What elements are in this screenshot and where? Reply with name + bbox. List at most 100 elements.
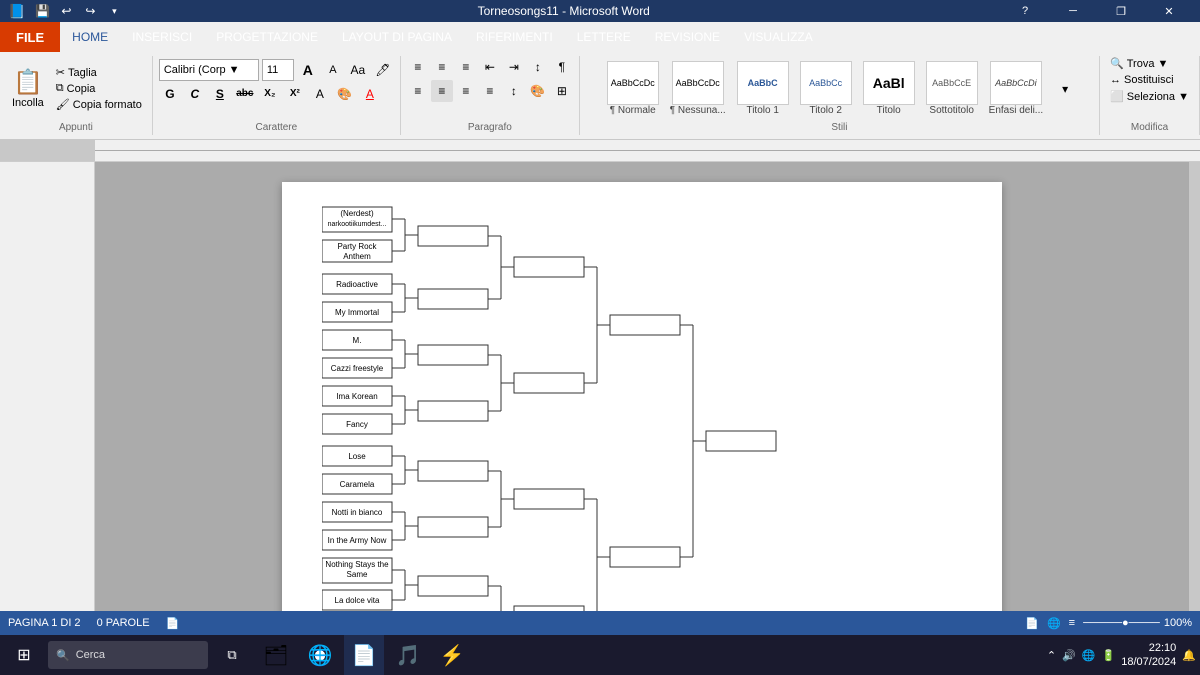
align-right-btn[interactable]: ≡ bbox=[455, 80, 477, 102]
line-spacing-btn[interactable]: ↕ bbox=[503, 80, 525, 102]
riferimenti-tab[interactable]: RIFERIMENTI bbox=[464, 22, 565, 52]
view-web-btn[interactable]: 🌐 bbox=[1047, 617, 1061, 630]
copy-button[interactable]: ⧉ Copia bbox=[52, 81, 146, 96]
svg-text:M.: M. bbox=[352, 336, 361, 345]
bullets-btn[interactable]: ≡ bbox=[407, 56, 429, 78]
font-color-highlight-btn[interactable]: A bbox=[309, 83, 331, 105]
change-case-btn[interactable]: Aa bbox=[347, 59, 369, 81]
redo-quick-btn[interactable]: ↪ bbox=[79, 0, 101, 22]
save-quick-btn[interactable]: 💾 bbox=[31, 0, 53, 22]
svg-text:Nothing Stays the: Nothing Stays the bbox=[325, 560, 389, 569]
file-tab[interactable]: FILE bbox=[0, 22, 60, 52]
left-gutter bbox=[0, 162, 95, 611]
taskview-btn[interactable]: ⧉ bbox=[212, 635, 252, 675]
word-taskbar-btn[interactable]: 📄 bbox=[344, 635, 384, 675]
font-shrink-btn[interactable]: A bbox=[322, 59, 344, 81]
r4-entry-2 bbox=[610, 547, 680, 567]
borders-btn[interactable]: ⊞ bbox=[551, 80, 573, 102]
style-subtitle[interactable]: AaBbCcE Sottotitolo bbox=[922, 59, 982, 118]
search-bar[interactable]: 🔍 Cerca bbox=[48, 641, 208, 669]
svg-text:Lose: Lose bbox=[348, 452, 366, 461]
zoom-slider[interactable]: ─────●──── 100% bbox=[1083, 617, 1192, 629]
undo-quick-btn[interactable]: ↩ bbox=[55, 0, 77, 22]
superscript-btn[interactable]: X² bbox=[284, 83, 306, 105]
shading-btn[interactable]: 🎨 bbox=[527, 80, 549, 102]
subscript-btn[interactable]: X₂ bbox=[259, 83, 281, 105]
styles-label: Stili bbox=[831, 122, 847, 133]
italic-btn[interactable]: C bbox=[184, 83, 206, 105]
home-tab[interactable]: HOME bbox=[60, 22, 120, 52]
title-bar: 📘 💾 ↩ ↪ ▾ Torneosongs11 - Microsoft Word… bbox=[0, 0, 1200, 22]
svg-text:narkootiikumdest...: narkootiikumdest... bbox=[327, 221, 386, 228]
numbered-list-btn[interactable]: ≡ bbox=[431, 56, 453, 78]
layout-tab[interactable]: LAYOUT DI PAGINA bbox=[330, 22, 464, 52]
chrome-btn[interactable]: 🌐 bbox=[300, 635, 340, 675]
notification-btn[interactable]: 🔔 bbox=[1182, 649, 1196, 662]
view-outline-btn[interactable]: ≡ bbox=[1069, 617, 1075, 629]
revisione-tab[interactable]: REVISIONE bbox=[643, 22, 732, 52]
font-size-input[interactable] bbox=[262, 59, 294, 81]
show-hide-btn[interactable]: ¶ bbox=[551, 56, 573, 78]
progettazione-tab[interactable]: PROGETTAZIONE bbox=[204, 22, 330, 52]
scrollbar-vertical[interactable] bbox=[1188, 162, 1200, 611]
font-name-input[interactable] bbox=[159, 59, 259, 81]
minimize-btn[interactable]: ─ bbox=[1050, 0, 1096, 22]
status-right: 📄 🌐 ≡ ─────●──── 100% bbox=[1025, 617, 1192, 630]
style-heading2[interactable]: AaBbCc Titolo 2 bbox=[796, 59, 856, 118]
network-icon[interactable]: 🌐 bbox=[1082, 649, 1096, 662]
battery-icon[interactable]: 🔋 bbox=[1102, 649, 1116, 662]
close-btn[interactable]: ✕ bbox=[1146, 0, 1192, 22]
paste-button[interactable]: 📋 Incolla bbox=[6, 64, 50, 113]
document-scroll[interactable]: (Nerdest) narkootiikumdest... Party Rock… bbox=[95, 162, 1188, 611]
r2-entry-6 bbox=[418, 517, 488, 537]
document-page: (Nerdest) narkootiikumdest... Party Rock… bbox=[282, 182, 1002, 611]
cut-button[interactable]: ✂ Taglia bbox=[52, 65, 146, 80]
dropdown-quick-btn[interactable]: ▾ bbox=[103, 0, 125, 22]
spotify-btn[interactable]: 🎵 bbox=[388, 635, 428, 675]
r3-entry-2 bbox=[514, 373, 584, 393]
justify-btn[interactable]: ≡ bbox=[479, 80, 501, 102]
file-explorer-btn[interactable]: 🗂 bbox=[256, 635, 296, 675]
help-btn[interactable]: ? bbox=[1002, 0, 1048, 22]
style-emphasis[interactable]: AaBbCcDi Enfasi deli... bbox=[985, 59, 1047, 118]
speaker-icon[interactable]: 🔊 bbox=[1062, 649, 1076, 662]
align-center-btn[interactable]: ≡ bbox=[431, 80, 453, 102]
indent-decrease-btn[interactable]: ⇤ bbox=[479, 56, 501, 78]
r2-entry-2 bbox=[418, 289, 488, 309]
view-normal-btn[interactable]: 📄 bbox=[1025, 617, 1039, 630]
bold-btn[interactable]: G bbox=[159, 83, 181, 105]
font-color-btn[interactable]: A bbox=[359, 83, 381, 105]
align-left-btn[interactable]: ≡ bbox=[407, 80, 429, 102]
svg-text:Anthem: Anthem bbox=[343, 252, 371, 261]
taskbar-left: ⊞ 🔍 Cerca ⧉ 🗂 🌐 📄 🎵 ⚡ bbox=[4, 635, 472, 675]
sort-btn[interactable]: ↕ bbox=[527, 56, 549, 78]
replace-button[interactable]: ↔ Sostituisci bbox=[1106, 73, 1178, 87]
shading-color-btn[interactable]: 🎨 bbox=[334, 83, 356, 105]
style-heading1[interactable]: AaBbC Titolo 1 bbox=[733, 59, 793, 118]
style-no-spacing[interactable]: AaBbCcDc ¶ Nessuna... bbox=[666, 59, 730, 118]
lettere-tab[interactable]: LETTERE bbox=[565, 22, 643, 52]
select-button[interactable]: ⬜ Seleziona ▼ bbox=[1106, 89, 1193, 104]
style-title[interactable]: AaBl Titolo bbox=[859, 59, 919, 118]
folder-icon: 🗂 bbox=[263, 643, 288, 668]
font-group: A A Aa 🖊 G C S abc X₂ X² A 🎨 A Cara bbox=[153, 56, 401, 135]
extra-app-btn[interactable]: ⚡ bbox=[432, 635, 472, 675]
indent-increase-btn[interactable]: ⇥ bbox=[503, 56, 525, 78]
clock-display[interactable]: 22:10 18/07/2024 bbox=[1121, 641, 1176, 670]
style-normal[interactable]: AaBbCcDc ¶ Normale bbox=[603, 59, 663, 118]
chevron-up-icon[interactable]: ⌃ bbox=[1047, 649, 1056, 662]
visualizza-tab[interactable]: VISUALIZZA bbox=[732, 22, 825, 52]
paste-label: Incolla bbox=[12, 97, 44, 109]
language-icon[interactable]: 📄 bbox=[166, 617, 180, 630]
text-highlight-btn[interactable]: 🖊 bbox=[372, 59, 394, 81]
font-grow-btn[interactable]: A bbox=[297, 59, 319, 81]
find-button[interactable]: 🔍 Trova ▼ bbox=[1106, 56, 1172, 71]
strikethrough-btn[interactable]: abc bbox=[234, 83, 256, 105]
restore-btn[interactable]: ❐ bbox=[1098, 0, 1144, 22]
inserisci-tab[interactable]: INSERISCI bbox=[120, 22, 204, 52]
styles-more-btn[interactable]: ▾ bbox=[1054, 78, 1076, 100]
multilevel-list-btn[interactable]: ≡ bbox=[455, 56, 477, 78]
start-button[interactable]: ⊞ bbox=[4, 635, 44, 675]
format-painter-button[interactable]: 🖌 Copia formato bbox=[52, 97, 146, 112]
underline-btn[interactable]: S bbox=[209, 83, 231, 105]
